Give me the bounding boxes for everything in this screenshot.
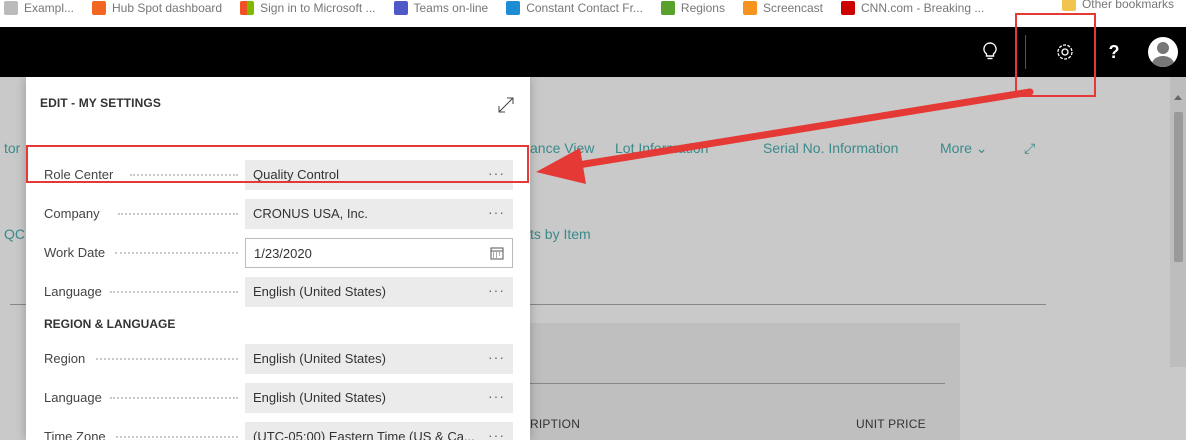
lightbulb-icon[interactable] (978, 27, 1002, 77)
column-header-description: RIPTION (530, 417, 581, 431)
scroll-up-icon[interactable] (1174, 95, 1182, 100)
bookmark-item[interactable]: Screencast (742, 0, 823, 15)
field-label: Company (44, 206, 100, 221)
help-icon[interactable]: ? (1102, 27, 1126, 77)
region-language-field[interactable]: English (United States) ··· (245, 383, 513, 413)
field-time-zone: Time Zone (UTC-05:00) Eastern Time (US &… (26, 422, 530, 440)
column-header-unit-price: UNIT PRICE (856, 417, 926, 431)
field-value: English (United States) (253, 284, 386, 299)
bookmark-label: CNN.com - Breaking ... (860, 0, 985, 15)
bookmark-item[interactable]: Regions (660, 0, 725, 15)
bookmark-label: Teams on-line (413, 0, 489, 15)
bookmark-label: Regions (680, 0, 725, 15)
bookmark-icon (4, 0, 18, 15)
field-work-date: Work Date 1/23/2020 (26, 238, 530, 268)
time-zone-field[interactable]: (UTC-05:00) Eastern Time (US & Ca... ··· (245, 422, 513, 440)
lookup-icon[interactable]: ··· (488, 422, 505, 440)
field-value: English (United States) (253, 390, 386, 405)
bg-tab-partial: tor (4, 140, 21, 156)
field-label: Work Date (44, 245, 106, 260)
nav-more-label: More (940, 140, 972, 156)
bookmark-label: Exampl... (24, 0, 75, 15)
field-value: CRONUS USA, Inc. (253, 206, 368, 221)
nav-more: More ⌄ (940, 140, 988, 157)
expand-icon: ⤢ (1024, 140, 1036, 156)
field-label: Language (44, 390, 102, 405)
folder-icon (1061, 0, 1076, 11)
field-language: Language English (United States) ··· (26, 277, 530, 307)
language-field[interactable]: English (United States) ··· (245, 277, 513, 307)
constant-contact-icon (506, 0, 521, 15)
field-value: English (United States) (253, 351, 386, 366)
field-value: (UTC-05:00) Eastern Time (US & Ca... (253, 429, 475, 440)
bookmark-label: Constant Contact Fr... (526, 0, 643, 15)
field-value: 1/23/2020 (254, 246, 312, 261)
work-date-input[interactable]: 1/23/2020 (245, 238, 513, 268)
divider (530, 383, 945, 384)
highlight-gear-box (1015, 13, 1096, 97)
field-label: Time Zone (44, 429, 106, 440)
field-label: Language (44, 284, 102, 299)
field-label: Region (44, 351, 86, 366)
chevron-down-icon: ⌄ (975, 140, 988, 156)
lookup-icon[interactable]: ··· (488, 277, 505, 307)
bookmark-item[interactable]: Hub Spot dashboard (92, 0, 223, 15)
calendar-icon[interactable] (490, 246, 504, 260)
regions-icon (660, 0, 675, 15)
dialog-title: EDIT - MY SETTINGS (40, 96, 161, 110)
avatar (1148, 37, 1178, 67)
bookmark-label: Hub Spot dashboard (112, 0, 223, 15)
teams-icon (393, 0, 408, 15)
bookmark-label: Screencast (762, 0, 823, 15)
nav-item: Lot Information (615, 140, 709, 156)
bookmark-item[interactable]: Teams on-line (393, 0, 489, 15)
section-title: REGION & LANGUAGE (44, 317, 176, 331)
region-field[interactable]: English (United States) ··· (245, 344, 513, 374)
bookmark-item[interactable]: Exampl... (4, 0, 75, 15)
bookmark-label: Sign in to Microsoft ... (260, 0, 376, 15)
cnn-icon (840, 0, 855, 15)
nav-item: Serial No. Information (763, 140, 899, 156)
nav-item: ance View (530, 140, 595, 156)
lookup-icon[interactable]: ··· (488, 199, 505, 229)
bookmark-item[interactable]: Sign in to Microsoft ... (240, 0, 376, 15)
bookmarks-bar: Exampl... Hub Spot dashboard Sign in to … (0, 0, 1186, 27)
hubspot-icon (92, 0, 107, 15)
app-bar: ? (0, 27, 1186, 77)
bookmark-item[interactable]: CNN.com - Breaking ... (840, 0, 985, 15)
bookmark-item[interactable]: Constant Contact Fr... (506, 0, 643, 15)
scrollbar-thumb[interactable] (1174, 112, 1183, 262)
microsoft-icon (240, 0, 255, 15)
field-company: Company CRONUS USA, Inc. ··· (26, 199, 530, 229)
bg-tab-partial: QC (4, 226, 25, 242)
screencast-icon (742, 0, 757, 15)
lookup-icon[interactable]: ··· (488, 383, 505, 413)
other-bookmarks[interactable]: Other bookmarks (1061, 0, 1174, 11)
expand-icon[interactable] (498, 97, 514, 113)
field-region: Region English (United States) ··· (26, 344, 530, 374)
my-settings-dialog: EDIT - MY SETTINGS Role Center Quality C… (26, 77, 530, 440)
field-region-language: Language English (United States) ··· (26, 383, 530, 413)
highlight-role-center-box (26, 145, 529, 183)
other-bookmarks-label: Other bookmarks (1081, 0, 1174, 11)
lookup-icon[interactable]: ··· (488, 344, 505, 374)
sub-link: ts by Item (530, 226, 591, 242)
company-field[interactable]: CRONUS USA, Inc. ··· (245, 199, 513, 229)
avatar-icon[interactable] (1146, 27, 1180, 77)
